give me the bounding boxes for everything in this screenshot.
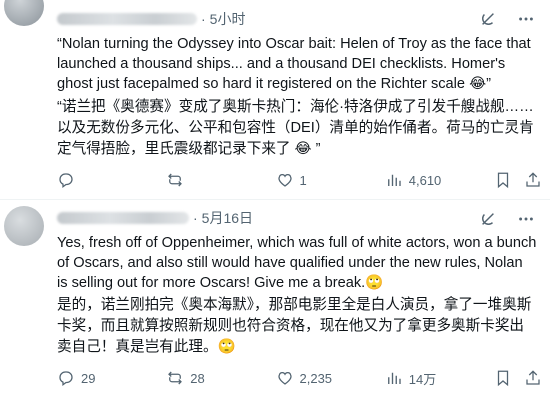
views-icon xyxy=(387,174,401,186)
retweet-button[interactable] xyxy=(166,171,275,189)
like-button[interactable]: 2,235 xyxy=(276,369,385,387)
post-text-en: “Nolan turning the Odyssey into Oscar ba… xyxy=(57,36,535,92)
more-icon[interactable] xyxy=(516,209,536,229)
share-icon[interactable] xyxy=(524,369,542,387)
like-icon xyxy=(277,173,292,187)
bookmark-icon[interactable] xyxy=(494,369,512,387)
post[interactable]: · 5月16日 Yes, fresh off of Oppenheimer, w… xyxy=(0,199,550,393)
more-icon[interactable] xyxy=(516,9,536,29)
retweet-count: 28 xyxy=(190,370,205,386)
views-icon xyxy=(387,372,401,384)
post-text-zh: “诺兰把《奥德赛》变成了奥斯卡热门：海伦·特洛伊成了引发千艘战舰……以及无数份多… xyxy=(57,99,534,157)
grok-icon[interactable] xyxy=(478,9,498,29)
like-count: 2,235 xyxy=(299,370,333,386)
post-top-actions xyxy=(478,9,536,29)
avatar[interactable] xyxy=(4,206,44,246)
reply-icon xyxy=(59,173,73,189)
post-meta: · 5小时 xyxy=(57,9,245,29)
retweet-button[interactable]: 28 xyxy=(166,369,275,387)
reply-count: 29 xyxy=(81,370,96,386)
retweet-icon xyxy=(168,371,183,385)
post-time[interactable]: 5月16日 xyxy=(202,208,253,228)
like-count: 1 xyxy=(299,172,307,188)
post-text-en: Yes, fresh off of Oppenheimer, which was… xyxy=(57,235,541,291)
blurred-username[interactable] xyxy=(57,212,189,224)
post-meta: · 5月16日 xyxy=(57,208,253,228)
post-time[interactable]: 5小时 xyxy=(210,9,246,29)
views-button[interactable]: 4,610 xyxy=(385,171,494,189)
avatar[interactable] xyxy=(4,0,44,26)
view-count: 14万 xyxy=(408,371,437,387)
like-button[interactable]: 1 xyxy=(276,171,385,189)
post-actions: 29 28 2,235 14万 xyxy=(57,368,542,388)
reply-button[interactable]: 29 xyxy=(57,369,166,387)
post-actions: 1 4,610 xyxy=(57,170,542,190)
like-icon xyxy=(277,371,292,385)
reply-button[interactable] xyxy=(57,171,166,189)
post[interactable]: · 5小时 “Nolan turning the Odyssey into Os… xyxy=(0,0,550,199)
post-text-zh: 是的，诺兰刚拍完《奥本海默》，那部电影里全是白人演员，拿了一堆奥斯卡奖，而且就算… xyxy=(57,297,532,355)
view-count: 4,610 xyxy=(408,172,442,188)
bookmark-icon[interactable] xyxy=(494,171,512,189)
retweet-icon xyxy=(168,173,183,187)
views-button[interactable]: 14万 xyxy=(385,369,494,388)
grok-icon[interactable] xyxy=(478,209,498,229)
blurred-username[interactable] xyxy=(57,13,197,25)
post-top-actions xyxy=(478,209,536,229)
share-icon[interactable] xyxy=(524,171,542,189)
reply-icon xyxy=(59,371,73,387)
